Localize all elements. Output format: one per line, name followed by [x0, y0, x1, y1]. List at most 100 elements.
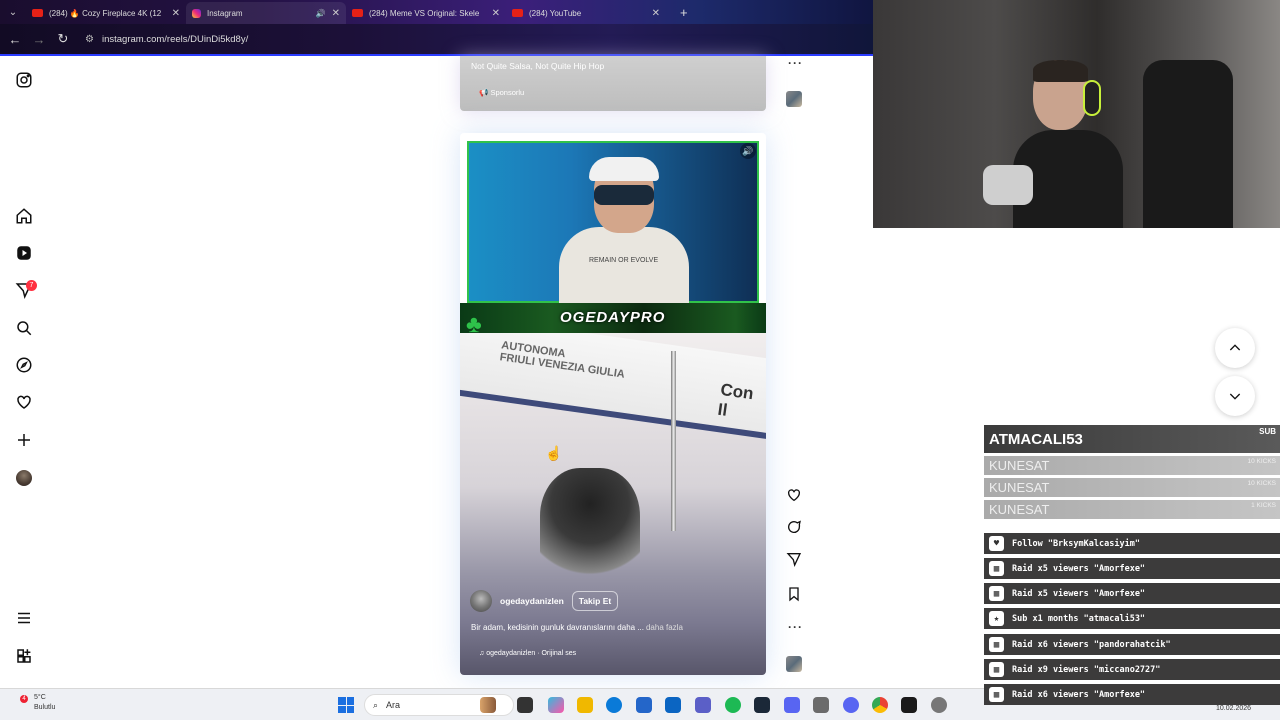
forward-button[interactable]: → [27, 32, 51, 47]
close-tab-icon[interactable]: ✕ [172, 8, 180, 19]
speaker-icon[interactable]: 🔊 [316, 9, 326, 18]
reload-button[interactable]: ↻ [51, 31, 75, 47]
previous-reel-title: Not Quite Salsa, Not Quite Hip Hop [471, 61, 605, 71]
next-reel-button[interactable] [1215, 376, 1255, 416]
back-button[interactable]: ← [3, 32, 27, 47]
streamer-figure: REMAIN OR EVOLVE [559, 157, 689, 307]
create-icon[interactable] [14, 430, 34, 450]
widget-icon[interactable] [480, 697, 496, 713]
kick-row: KUNESAT 10 KICKS [984, 478, 1280, 497]
more-options-icon[interactable]: ··· [788, 620, 803, 634]
explore-icon[interactable] [14, 355, 34, 375]
new-tab-button[interactable]: + [680, 5, 688, 20]
previous-reel[interactable]: Not Quite Salsa, Not Quite Hip Hop 📢 Spo… [460, 56, 766, 111]
menu-icon[interactable] [14, 608, 34, 628]
alert-row: ★ Sub x1 months "atmacali53" [984, 608, 1280, 629]
webcam-feed [873, 0, 1280, 228]
comment-icon[interactable] [785, 518, 803, 536]
clover-icon: ♣ [466, 311, 482, 338]
author-avatar[interactable] [470, 590, 492, 612]
streamer-webcam-overlay: REMAIN OR EVOLVE [467, 141, 759, 307]
notification-badge: 7 [26, 280, 37, 291]
like-icon[interactable] [785, 486, 803, 504]
temperature: 5°C [34, 694, 46, 701]
weather-widget[interactable]: 4 5°C Bulutlu [18, 693, 55, 713]
obs-icon[interactable] [901, 697, 917, 713]
sponsored-label: 📢 Sponsorlu [479, 88, 525, 97]
taskbar-date: 10.02.2026 [1216, 705, 1252, 712]
overlay-channel-name: OGEDAYPRO [560, 309, 666, 326]
raid-icon: ▦ [989, 586, 1004, 601]
instagram-favicon-icon [192, 8, 201, 18]
tab-title: Instagram [207, 8, 243, 18]
discord-notify-icon[interactable] [843, 697, 859, 713]
raid-icon: ▦ [989, 662, 1004, 677]
youtube-favicon-icon [32, 9, 43, 17]
author-username[interactable]: ogedaydanizlen [500, 596, 564, 606]
settings-gear-icon[interactable] [931, 697, 947, 713]
reel-audio[interactable]: ♫ ogedaydanizlen · Orijinal ses [479, 650, 576, 657]
reels-icon[interactable] [14, 243, 34, 263]
steam-icon[interactable] [754, 697, 770, 713]
outlook-icon[interactable] [665, 697, 681, 713]
threads-apps-icon[interactable] [14, 646, 34, 666]
close-tab-icon[interactable]: ✕ [652, 8, 660, 19]
browser-tab-bar: ⌄ (284) 🔥 Cozy Fireplace 4K (12 ✕ Instag… [0, 0, 873, 24]
search-placeholder: Ara [386, 700, 401, 710]
close-tab-icon[interactable]: ✕ [492, 8, 500, 19]
store-icon[interactable] [636, 697, 652, 713]
heart-icon[interactable] [14, 392, 34, 412]
url-text: instagram.com/reels/DUinDi5kd8y/ [101, 33, 249, 45]
weather-condition: Bulutlu [34, 704, 56, 711]
tab-search-icon[interactable]: ⌄ [0, 0, 26, 24]
heart-icon: ♥ [989, 536, 1004, 551]
more-link[interactable]: daha fazla [646, 623, 683, 632]
tab-cozy-fireplace[interactable]: (284) 🔥 Cozy Fireplace 4K (12 ✕ [26, 2, 186, 24]
previous-reel-button[interactable] [1215, 328, 1255, 368]
reel-video[interactable]: AUTONOMA FRIULI VENEZIA GIULIA Con Il RE… [460, 133, 766, 675]
gaming-chair [1143, 60, 1233, 228]
address-bar[interactable]: ⚙ instagram.com/reels/DUinDi5kd8y/ [81, 28, 861, 50]
task-view-icon[interactable] [517, 697, 533, 713]
audio-thumbnail[interactable] [786, 656, 802, 672]
instagram-logo-icon[interactable] [14, 70, 34, 90]
search-icon[interactable] [14, 318, 34, 338]
tab-title: (284) Meme VS Original: Skele [369, 8, 480, 18]
share-icon[interactable] [785, 550, 803, 568]
discord-icon[interactable] [784, 697, 800, 713]
follow-button[interactable]: Takip Et [571, 591, 619, 611]
cat-figure [540, 468, 640, 588]
reel-caption: Bir adam, kedisinin gunluk davranısların… [471, 623, 683, 632]
search-icon: ⌕ [373, 699, 379, 710]
sound-icon[interactable]: 🔊 [740, 143, 756, 159]
latest-sub-panel: ATMACALI53 SUB [984, 425, 1280, 453]
streamer-person [1013, 60, 1123, 228]
home-icon[interactable] [14, 206, 34, 226]
more-options-icon[interactable]: ··· [788, 56, 803, 70]
sub-tag: SUB [1259, 427, 1276, 436]
chrome-icon[interactable] [872, 697, 888, 713]
edge-icon[interactable] [606, 697, 622, 713]
raid-icon: ▦ [989, 687, 1004, 702]
close-tab-icon[interactable]: ✕ [332, 8, 340, 19]
raid-icon: ▦ [989, 637, 1004, 652]
browser-toolbar: ← → ↻ ⚙ instagram.com/reels/DUinDi5kd8y/ [0, 24, 873, 54]
alert-row: ▦ Raid x6 viewers "Amorfexe" [984, 684, 1280, 705]
tab-youtube[interactable]: (284) YouTube ✕ [506, 2, 666, 24]
teams-icon[interactable] [695, 697, 711, 713]
tab-title: (284) YouTube [529, 8, 582, 18]
spotify-icon[interactable] [725, 697, 741, 713]
tab-instagram[interactable]: Instagram 🔊 ✕ [186, 2, 346, 24]
tab-title: (284) 🔥 Cozy Fireplace 4K (12 [49, 8, 162, 18]
file-explorer-icon[interactable] [577, 697, 593, 713]
save-icon[interactable] [785, 585, 803, 603]
app-icon[interactable] [813, 697, 829, 713]
windows-start-icon[interactable] [338, 697, 354, 713]
profile-avatar[interactable] [16, 470, 32, 486]
site-info-icon[interactable]: ⚙ [85, 34, 94, 45]
copilot-icon[interactable] [548, 697, 564, 713]
audio-thumbnail[interactable] [786, 91, 802, 107]
tab-meme-vs-original[interactable]: (284) Meme VS Original: Skele ✕ [346, 2, 506, 24]
headset [1083, 80, 1101, 116]
star-icon: ★ [989, 611, 1004, 626]
